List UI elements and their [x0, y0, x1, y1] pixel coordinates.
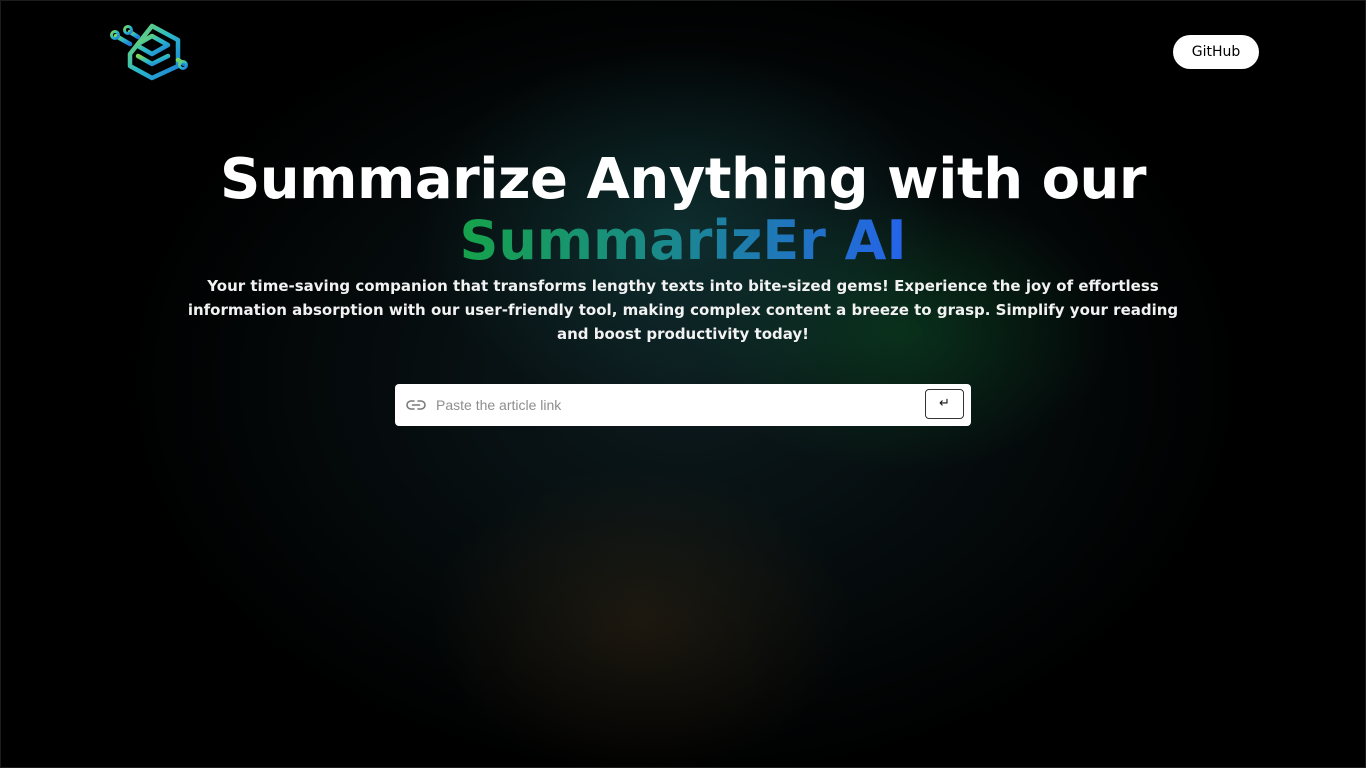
top-navbar: GitHub	[0, 0, 1366, 100]
github-button[interactable]: GitHub	[1173, 35, 1259, 69]
submit-button[interactable]: ↵	[925, 389, 964, 419]
hero-title: Summarize Anything with our	[219, 147, 1147, 212]
brand-name: SummarizEr AI	[459, 209, 907, 272]
link-icon	[405, 396, 427, 414]
article-link-input[interactable]	[436, 390, 906, 420]
hero-brand-title: SummarizEr AI	[0, 210, 1366, 272]
hero-section: Summarize Anything with our SummarizEr A…	[0, 150, 1366, 346]
article-link-form: ↵	[395, 384, 971, 426]
hero-tagline: Your time-saving companion that transfor…	[187, 277, 1179, 343]
summarizer-logo-icon[interactable]	[108, 20, 188, 84]
